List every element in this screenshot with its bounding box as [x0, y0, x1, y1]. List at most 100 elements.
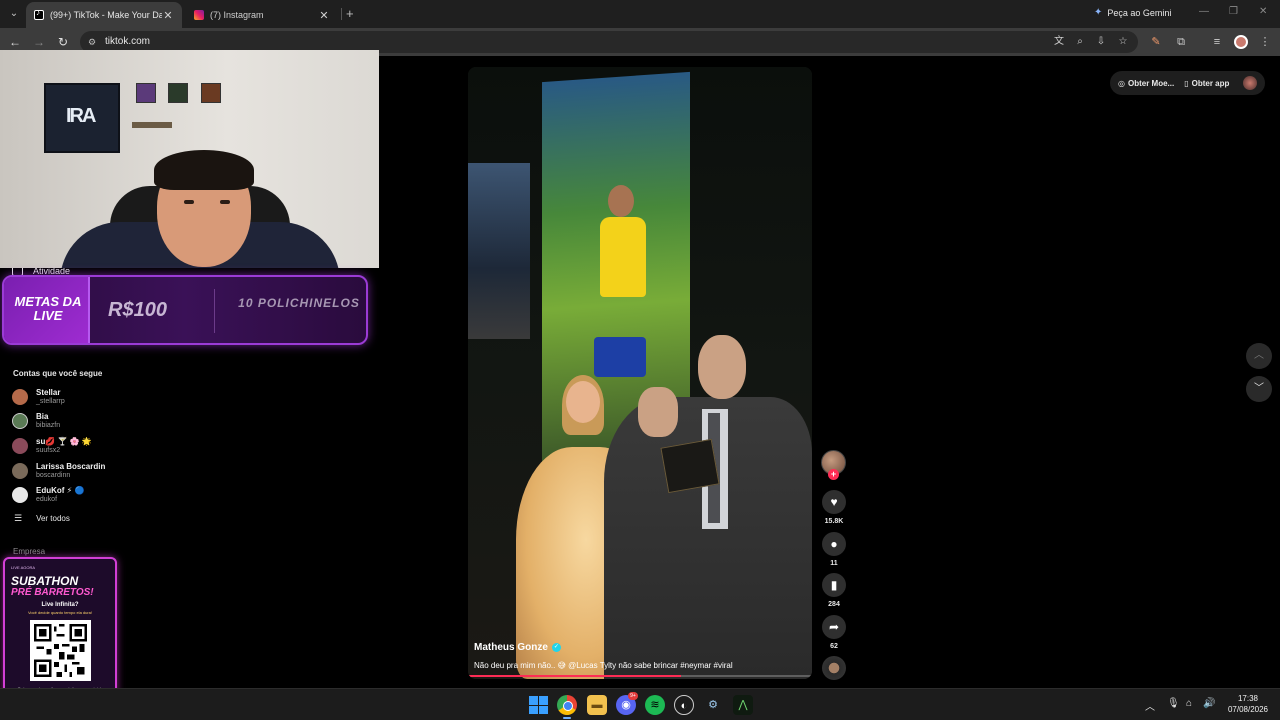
install-app-icon[interactable]: ⇩ — [1095, 36, 1107, 48]
get-app-button[interactable]: ▯ Obter app — [1184, 79, 1229, 88]
heart-icon: ♥ — [830, 495, 838, 509]
tab-instagram[interactable]: (7) Instagram ✕ — [186, 2, 338, 28]
tray-chevron-icon[interactable]: ︿ — [1145, 698, 1155, 713]
share-button[interactable]: ➦ — [822, 615, 846, 639]
media-control-icon[interactable]: ≡ — [1210, 35, 1224, 49]
gemini-button[interactable]: ✦ Peça ao Gemini — [1094, 7, 1171, 18]
coin-icon: ◎ — [1118, 78, 1125, 88]
account-username: suufsx2 — [36, 447, 61, 454]
following-heading: Contas que você segue — [13, 369, 103, 378]
following-item[interactable]: Bia bibiazfn — [12, 410, 60, 432]
next-video-button[interactable]: ﹀ — [1246, 376, 1272, 402]
following-item[interactable]: EduKof ⚡ 🔵 edukof — [12, 484, 84, 506]
avatar — [12, 463, 28, 479]
volume-icon[interactable]: 🔊 — [1203, 698, 1215, 709]
close-icon[interactable]: ✕ — [318, 9, 330, 22]
shelf — [132, 122, 172, 128]
bookmark-icon: ▮ — [830, 578, 838, 592]
save-count: 284 — [828, 601, 840, 608]
start-button[interactable] — [528, 695, 548, 715]
gemini-label: Peça ao Gemini — [1107, 7, 1172, 18]
bookmark-star-icon[interactable]: ☆ — [1117, 36, 1129, 48]
like-count: 15.8K — [824, 518, 844, 525]
url-text: tiktok.com — [105, 36, 151, 47]
tab-strip: ⌄ (99+) TikTok - Make Your Day ✕ (7) Ins… — [0, 0, 1280, 28]
file-explorer-icon[interactable]: ▬ — [587, 695, 607, 715]
reload-icon[interactable]: ↻ — [55, 34, 71, 50]
tab-tiktok[interactable]: (99+) TikTok - Make Your Day ✕ — [26, 2, 182, 28]
user-avatar[interactable] — [1243, 76, 1257, 90]
music-disc-icon[interactable] — [822, 656, 846, 680]
subathon-title: SUBATHON — [11, 574, 79, 588]
instagram-icon — [194, 10, 204, 20]
avatar — [12, 487, 28, 503]
notification-badge: 9+ — [628, 692, 638, 700]
account-username: bibiazfn — [36, 422, 61, 429]
following-item[interactable]: su💋 🍸 🌸 🌟 suufsx2 — [12, 435, 92, 457]
subathon-headline: Live Infinita? — [41, 602, 79, 608]
clock-date: 07/08/2026 — [1227, 705, 1269, 714]
following-item[interactable]: Stellar _stellarrp — [12, 386, 65, 408]
wall-poster — [201, 83, 221, 103]
share-count: 62 — [830, 643, 838, 650]
new-tab-button[interactable]: + — [346, 6, 354, 21]
spotify-icon[interactable]: ≋ — [645, 695, 665, 715]
site-info-icon[interactable]: ⚙ — [86, 36, 98, 48]
subathon-live-tag: LIVE AGORA — [11, 565, 36, 570]
steam-icon[interactable]: ⚙ — [703, 695, 723, 715]
translate-icon[interactable]: 文 — [1053, 36, 1065, 48]
close-window-icon[interactable]: ✕ — [1259, 6, 1267, 17]
discord-icon[interactable]: ◉ 9+ — [616, 692, 638, 715]
subathon-note: Você decide quanto tempo ela dura! — [27, 610, 93, 615]
avatar — [12, 389, 28, 405]
account-name: su💋 🍸 🌸 🌟 — [36, 437, 92, 446]
see-all-label: Ver todos — [36, 514, 70, 523]
live-goals-banner: METAS DA LIVE R$100 10 POLICHINELOS — [2, 275, 368, 345]
network-icon[interactable]: ⌂ — [1186, 698, 1192, 709]
tiktok-icon — [34, 8, 44, 20]
verified-icon: ✓ — [551, 643, 561, 652]
forward-icon[interactable]: → — [31, 34, 47, 50]
see-all-button[interactable]: ☰ Ver todos — [14, 513, 70, 524]
follow-plus-icon[interactable]: + — [828, 469, 839, 480]
puzzle-icon[interactable]: ⧉ — [1174, 35, 1188, 49]
menu-kebab-icon[interactable]: ⋮ — [1258, 35, 1272, 49]
top-actions: ◎ Obter Moe... ▯ Obter app — [1110, 71, 1265, 95]
goal-amount: R$100 — [108, 299, 167, 321]
extension-icon[interactable]: ✎ — [1149, 35, 1163, 49]
video-player[interactable]: Matheus Gonze ✓ Não deu pra mim não.. 😅 … — [468, 67, 812, 679]
microphone-icon[interactable]: 🎙 — [1167, 698, 1180, 709]
save-button[interactable]: ▮ — [822, 573, 846, 597]
clock[interactable]: 17:38 07/08/2026 — [1222, 693, 1274, 715]
video-author[interactable]: Matheus Gonze ✓ — [474, 642, 561, 653]
profile-avatar[interactable] — [1234, 35, 1248, 49]
get-coins-button[interactable]: ◎ Obter Moe... — [1118, 79, 1174, 88]
back-icon[interactable]: ← — [7, 34, 23, 50]
previous-video-button[interactable]: ︿ — [1246, 343, 1272, 369]
zoom-icon[interactable]: ⌕ — [1074, 36, 1086, 48]
account-username: _stellarrp — [36, 398, 65, 405]
restore-icon[interactable]: ❐ — [1229, 6, 1238, 17]
account-username: boscardinn — [36, 472, 71, 479]
wall-poster — [168, 83, 188, 103]
video-scene-screen — [468, 163, 530, 339]
comment-count: 11 — [830, 560, 838, 567]
like-button[interactable]: ♥ — [822, 490, 846, 514]
obs-icon[interactable]: ◐ — [674, 695, 694, 715]
minimize-icon[interactable]: — — [1199, 6, 1209, 17]
chrome-icon[interactable] — [557, 695, 577, 719]
comment-button[interactable]: ● — [822, 532, 846, 556]
video-caption: Não deu pra mim não.. 😅 @Lucas Tylty não… — [474, 661, 733, 670]
account-name: Bia — [36, 412, 49, 421]
video-progress-bar[interactable] — [468, 675, 812, 677]
tab-search-icon[interactable]: ⌄ — [6, 6, 22, 22]
close-icon[interactable]: ✕ — [162, 9, 174, 22]
following-item[interactable]: Larissa Boscardin boscardinn — [12, 460, 105, 482]
account-name: Larissa Boscardin — [36, 462, 106, 471]
video-scene-player — [600, 217, 646, 297]
share-icon: ➦ — [828, 620, 840, 634]
app-icon[interactable]: ⋀ — [733, 695, 753, 715]
company-link[interactable]: Empresa — [13, 547, 45, 556]
qr-code-image — [30, 620, 91, 681]
account-username: edukof — [36, 496, 58, 503]
